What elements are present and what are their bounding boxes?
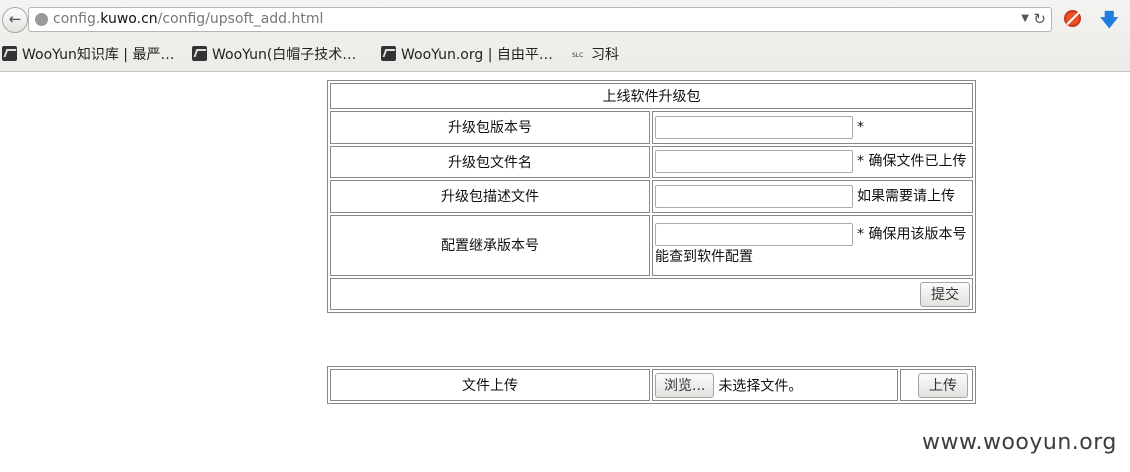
- submit-cell: 提交: [330, 278, 973, 310]
- version-cell: *: [652, 111, 973, 144]
- upload-button[interactable]: 上传: [918, 372, 968, 398]
- file-picker-cell: 浏览... 未选择文件。: [652, 369, 898, 401]
- xike-logo-icon: SLC: [572, 52, 584, 59]
- wooyun-logo-icon: [2, 46, 17, 61]
- filename-hint: * 确保文件已上传: [857, 153, 967, 170]
- version-label: 升级包版本号: [330, 111, 650, 144]
- reload-icon[interactable]: ↻: [1033, 10, 1046, 28]
- version-input[interactable]: [655, 115, 853, 139]
- wooyun-logo-icon: [192, 46, 207, 61]
- version-hint: *: [857, 119, 864, 136]
- inherit-version-label: 配置继承版本号: [330, 214, 650, 276]
- download-arrow-icon[interactable]: 🡇: [1100, 8, 1119, 38]
- file-upload-label: 文件上传: [330, 369, 650, 401]
- upgrade-package-form: 上线软件升级包 升级包版本号 * 升级包文件名 * 确保文件已上传 升级包描述文…: [327, 80, 976, 313]
- bookmarks-bar: WooYun知识库 | 最严… WooYun(白帽子技术… WooYun.org…: [0, 44, 1130, 66]
- browse-button[interactable]: 浏览...: [655, 372, 715, 398]
- filename-cell: * 确保文件已上传: [652, 145, 973, 179]
- inherit-version-input[interactable]: [655, 222, 853, 246]
- url-text[interactable]: config.kuwo.cn/config/upsoft_add.html: [53, 11, 323, 27]
- filename-label: 升级包文件名: [330, 145, 650, 179]
- chevron-down-icon[interactable]: ▼: [1021, 13, 1029, 24]
- bookmark-wooyun-org[interactable]: WooYun.org | 自由平…: [381, 44, 553, 66]
- bookmark-xike[interactable]: SLC 习科: [572, 44, 619, 66]
- file-upload-form: 文件上传 浏览... 未选择文件。 上传: [327, 366, 976, 404]
- file-status: 未选择文件。: [718, 378, 803, 394]
- filename-input[interactable]: [655, 150, 853, 174]
- back-arrow-icon[interactable]: ←: [2, 7, 28, 33]
- form-title: 上线软件升级包: [330, 83, 973, 109]
- bookmark-wooyun-whitehat[interactable]: WooYun(白帽子技术…: [192, 44, 356, 66]
- description-file-label: 升级包描述文件: [330, 180, 650, 213]
- noscript-icon[interactable]: [1064, 10, 1081, 27]
- watermark: www.wooyun.org: [922, 430, 1117, 455]
- description-file-hint: 如果需要请上传: [857, 188, 955, 205]
- description-file-input[interactable]: [655, 184, 853, 208]
- inherit-version-cell: * 确保用该版本号能查到软件配置: [652, 214, 973, 276]
- globe-icon: [35, 13, 48, 26]
- bookmark-wooyun-drops[interactable]: WooYun知识库 | 最严…: [2, 44, 174, 66]
- browser-toolbar: ← config.kuwo.cn/config/upsoft_add.html …: [0, 0, 1130, 72]
- wooyun-logo-icon: [381, 46, 396, 61]
- submit-button[interactable]: 提交: [920, 281, 970, 307]
- address-bar[interactable]: config.kuwo.cn/config/upsoft_add.html ▼ …: [28, 7, 1052, 32]
- upload-button-cell: 上传: [900, 369, 973, 401]
- description-file-cell: 如果需要请上传: [652, 180, 973, 213]
